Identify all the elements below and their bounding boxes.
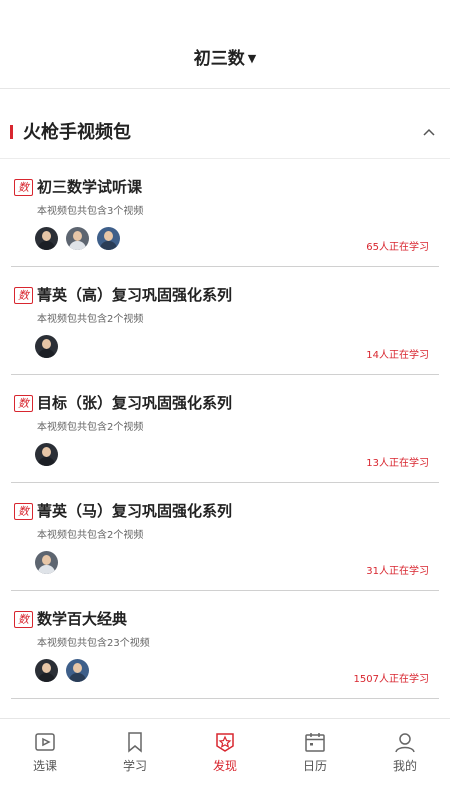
tab-label: 我的 — [392, 759, 417, 773]
discover-badge-icon — [216, 733, 234, 752]
tab-discover[interactable]: 发现 — [180, 719, 270, 801]
package-item[interactable]: 数 菁英（马）复习巩固强化系列 本视频包共包含2个视频 31人正在学习 — [11, 483, 439, 591]
tab-courses[interactable]: 选课 — [0, 719, 90, 801]
math-badge-icon: 数 — [14, 395, 33, 412]
avatar — [97, 227, 120, 250]
teacher-avatars — [35, 443, 66, 467]
teacher-avatars — [35, 227, 128, 251]
tab-profile[interactable]: 我的 — [360, 719, 450, 801]
section-header[interactable]: 火枪手视频包 — [0, 108, 450, 159]
package-list: 数 初三数学试听课 本视频包共包含3个视频 65人正在学习 数 菁英（高）复习巩… — [0, 159, 450, 699]
package-title: 菁英（马）复习巩固强化系列 — [37, 502, 233, 520]
package-item[interactable]: 数 菁英（高）复习巩固强化系列 本视频包共包含2个视频 14人正在学习 — [11, 267, 439, 375]
package-video-count: 本视频包共包含3个视频 — [37, 206, 144, 217]
chevron-up-icon[interactable] — [422, 125, 436, 139]
bottom-tab-bar: 选课 学习 发现 日历 我的 — [0, 718, 450, 801]
avatar — [35, 227, 58, 250]
package-video-count: 本视频包共包含2个视频 — [37, 530, 144, 541]
package-item[interactable]: 数 目标（张）复习巩固强化系列 本视频包共包含2个视频 13人正在学习 — [11, 375, 439, 483]
package-title: 目标（张）复习巩固强化系列 — [37, 394, 233, 412]
avatar — [66, 227, 89, 250]
math-badge-icon: 数 — [14, 611, 33, 628]
package-item[interactable]: 数 初三数学试听课 本视频包共包含3个视频 65人正在学习 — [11, 159, 439, 267]
avatar — [66, 659, 89, 682]
caret-down-icon: ▼ — [247, 52, 257, 65]
math-badge-icon: 数 — [14, 179, 33, 196]
avatar — [35, 443, 58, 466]
avatar — [35, 551, 58, 574]
avatar — [35, 335, 58, 358]
section-title: 火枪手视频包 — [23, 122, 131, 143]
person-icon — [395, 733, 415, 753]
tab-label: 日历 — [302, 759, 327, 773]
section-accent-bar — [10, 125, 13, 139]
learning-count: 14人正在学习 — [366, 350, 429, 361]
package-video-count: 本视频包共包含2个视频 — [37, 314, 144, 325]
teacher-avatars — [35, 659, 97, 683]
package-item[interactable]: 数 数学百大经典 本视频包共包含23个视频 1507人正在学习 — [11, 591, 439, 699]
tab-calendar[interactable]: 日历 — [270, 719, 360, 801]
learning-count: 1507人正在学习 — [353, 674, 429, 685]
grade-subject-label: 初三数 — [193, 49, 245, 69]
learning-count: 31人正在学习 — [366, 566, 429, 577]
package-title: 初三数学试听课 — [37, 178, 143, 196]
top-header: 初三数 ▼ — [0, 0, 450, 89]
package-video-count: 本视频包共包含23个视频 — [37, 638, 150, 649]
bookmark-icon — [128, 732, 142, 753]
tab-label: 学习 — [122, 759, 147, 773]
learning-count: 13人正在学习 — [366, 458, 429, 469]
learning-count: 65人正在学习 — [366, 242, 429, 253]
package-title: 数学百大经典 — [37, 610, 128, 628]
package-title: 菁英（高）复习巩固强化系列 — [37, 286, 233, 304]
math-badge-icon: 数 — [14, 503, 33, 520]
tab-label: 选课 — [32, 759, 57, 773]
package-video-count: 本视频包共包含2个视频 — [37, 422, 144, 433]
teacher-avatars — [35, 335, 66, 359]
avatar — [35, 659, 58, 682]
play-box-icon — [35, 733, 55, 751]
calendar-icon — [305, 733, 325, 752]
math-badge-icon: 数 — [14, 287, 33, 304]
tab-study[interactable]: 学习 — [90, 719, 180, 801]
tab-label: 发现 — [212, 759, 237, 773]
teacher-avatars — [35, 551, 66, 575]
grade-subject-selector[interactable]: 初三数 ▼ — [0, 44, 450, 69]
